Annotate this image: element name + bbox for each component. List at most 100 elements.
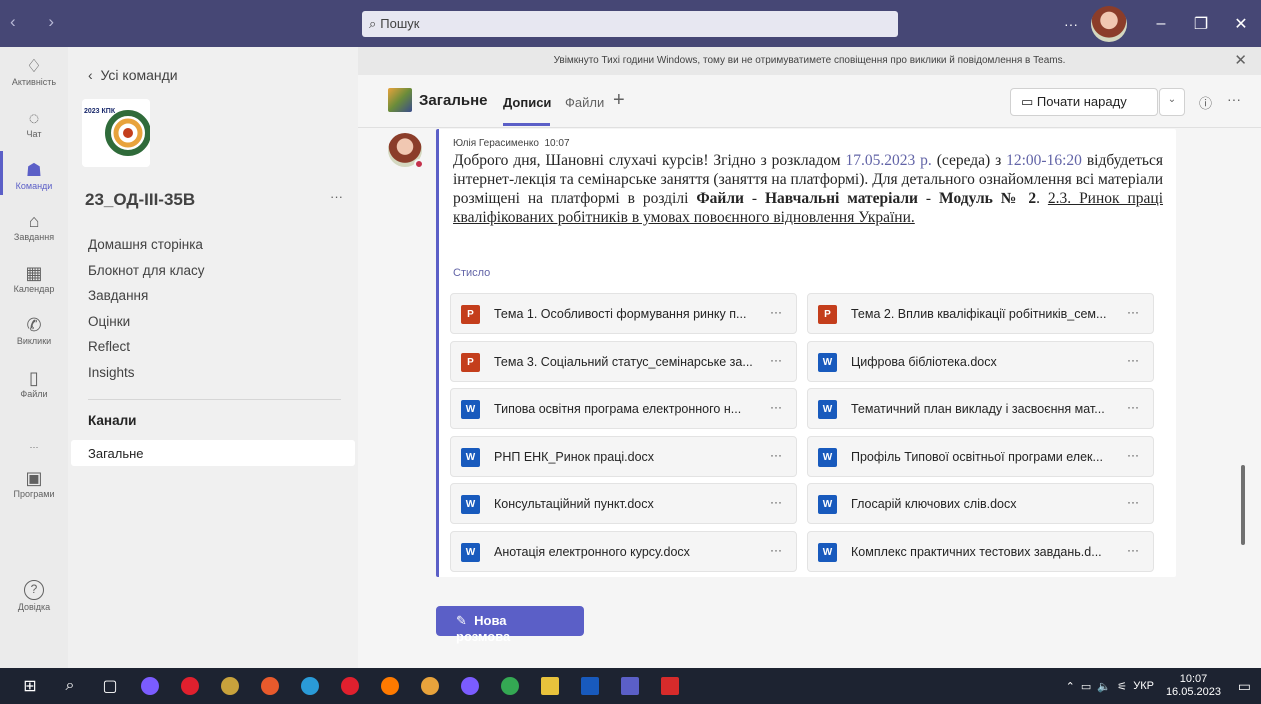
notifications-icon[interactable]: ▭ — [1238, 678, 1251, 695]
teams-taskbar-icon[interactable] — [621, 677, 639, 695]
attachment-file[interactable]: W РНП ЕНК_Ринок праці.docx ··· — [450, 435, 797, 477]
info-icon[interactable]: ⓘ — [1199, 93, 1212, 112]
nav-arrows[interactable]: ‹ › — [10, 12, 68, 32]
meeting-dropdown-icon[interactable]: ⌄ — [1159, 88, 1185, 116]
attachment-file[interactable]: W Комплекс практичних тестових завдань.d.… — [807, 530, 1154, 572]
channel-more-icon[interactable]: ··· — [1227, 91, 1241, 107]
rail-chat[interactable]: ◌ Чат — [0, 107, 68, 139]
app-icon-8[interactable] — [421, 677, 439, 695]
file-more-icon[interactable]: ··· — [1127, 305, 1139, 319]
file-more-icon[interactable]: ··· — [1127, 353, 1139, 367]
help-button[interactable]: ? Довідка — [0, 580, 68, 612]
yandex-icon[interactable] — [341, 677, 359, 695]
channel-header: Загальне Дописи Файли + ▭ Почати нараду … — [358, 75, 1261, 128]
file-more-icon[interactable]: ··· — [770, 400, 782, 414]
acrobat-icon[interactable] — [661, 677, 679, 695]
menu-notebook[interactable]: Блокнот для класу — [88, 263, 205, 289]
menu-grades[interactable]: Оцінки — [88, 314, 205, 340]
word-icon: W — [461, 542, 480, 562]
file-more-icon[interactable]: ··· — [770, 353, 782, 367]
app-icon-5[interactable] — [301, 677, 319, 695]
clock[interactable]: 10:07 16.05.2023 — [1166, 673, 1221, 699]
rail-label: Чат — [26, 129, 42, 139]
time-link[interactable]: 12:00-16:20 — [1006, 152, 1082, 169]
team-menu: Домашня сторінка Блокнот для класу Завда… — [88, 237, 205, 390]
attachment-file[interactable]: W Глосарій ключових слів.docx ··· — [807, 483, 1154, 524]
tab-files[interactable]: Файли — [565, 95, 604, 110]
file-more-icon[interactable]: ··· — [1127, 400, 1139, 414]
more-icon — [0, 420, 68, 442]
rail-assignments[interactable]: ⌂ Завдання — [0, 210, 68, 242]
start-meeting-button[interactable]: ▭ Почати нараду — [1010, 88, 1158, 116]
opera-icon[interactable] — [181, 677, 199, 695]
word-icon[interactable] — [581, 677, 599, 695]
app-icon-3[interactable] — [221, 677, 239, 695]
tray-icons[interactable]: ⌃ ▭ 🔈 ⚟ — [1066, 680, 1134, 693]
attachment-file[interactable]: P Тема 2. Вплив кваліфікації робітників_с… — [807, 293, 1154, 334]
rail-phone[interactable]: ✆ Виклики — [0, 314, 68, 346]
tab-posts[interactable]: Дописи — [503, 95, 551, 110]
active-tab-underline — [503, 123, 550, 126]
team-more-icon[interactable]: ··· — [330, 189, 343, 204]
taskbar-search-icon[interactable]: ⌕ — [50, 677, 90, 695]
file-more-icon[interactable]: ··· — [1127, 543, 1139, 557]
attachment-file[interactable]: W Тематичний план викладу і засвоєння мат… — [807, 388, 1154, 429]
rail-calendar[interactable]: ▦ Календар — [0, 262, 68, 294]
attachment-file[interactable]: W Консультаційний пункт.docx ··· — [450, 483, 797, 524]
menu-insights[interactable]: Insights — [88, 365, 205, 391]
collapse-link[interactable]: Стисло — [453, 267, 490, 279]
menu-home[interactable]: Домашня сторінка — [88, 237, 205, 263]
attachment-file[interactable]: W Профіль Типової освітньої програми елек… — [807, 435, 1154, 477]
file-more-icon[interactable]: ··· — [770, 448, 782, 462]
rail-more[interactable]: ··· — [0, 420, 68, 452]
file-name: Тема 2. Вплив кваліфікації робітників_се… — [851, 307, 1107, 321]
attachment-file[interactable]: W Типова освітня програма електронного н.… — [450, 388, 797, 429]
back-to-teams[interactable]: ‹ Усі команди — [88, 67, 178, 83]
file-more-icon[interactable]: ··· — [1127, 495, 1139, 509]
maximize-button[interactable]: ❐ — [1181, 14, 1221, 34]
app-icon-4[interactable] — [261, 677, 279, 695]
file-more-icon[interactable]: ··· — [770, 495, 782, 509]
date-link[interactable]: 17.05.2023 р. — [846, 152, 932, 169]
rail-teams[interactable]: ☗ Команди — [0, 159, 68, 191]
author-avatar[interactable] — [388, 133, 424, 169]
attachment-file[interactable]: P Тема 1. Особливості формування ринку п.… — [450, 293, 797, 334]
windows-start-icon[interactable]: ⊞ — [10, 676, 50, 696]
file-more-icon[interactable]: ··· — [770, 543, 782, 557]
team-panel: ‹ Усі команди 2023 КПК 23_ОД-ІІІ-35В ···… — [68, 47, 358, 668]
channel-general[interactable]: Загальне — [71, 440, 355, 466]
rail-label: Команди — [15, 181, 53, 191]
task-view-icon[interactable]: ▢ — [90, 676, 130, 696]
file-name: Типова освітня програма електронного н..… — [494, 402, 742, 416]
close-button[interactable]: ✕ — [1221, 14, 1261, 34]
firefox-icon[interactable] — [381, 677, 399, 695]
viber-icon[interactable] — [461, 677, 479, 695]
assignments-icon: ⌂ — [28, 211, 40, 231]
file-more-icon[interactable]: ··· — [770, 305, 782, 319]
add-tab-icon[interactable]: + — [613, 89, 625, 112]
file-icon: ▯ — [29, 368, 39, 388]
language-indicator[interactable]: УКР — [1133, 680, 1154, 692]
explorer-icon[interactable] — [541, 677, 559, 695]
app-icon-1[interactable] — [141, 677, 159, 695]
rail-file[interactable]: ▯ Файли — [0, 367, 68, 399]
minimize-button[interactable]: – — [1141, 15, 1181, 33]
settings-more-button[interactable]: ··· — [1051, 16, 1091, 32]
new-conversation-button[interactable]: ✎ Нова розмова — [436, 606, 584, 644]
attachment-file[interactable]: P Тема 3. Соціальний статус_семінарське з… — [450, 340, 797, 382]
channel-title: Загальне — [419, 92, 488, 109]
menu-reflect[interactable]: Reflect — [88, 339, 205, 365]
divider — [88, 399, 341, 400]
attachment-file[interactable]: W Цифрова бібліотека.docx ··· — [807, 340, 1154, 382]
search-input[interactable]: ⌕ Пошук — [362, 11, 898, 37]
chrome-icon[interactable] — [501, 677, 519, 695]
scrollbar[interactable] — [1241, 465, 1245, 545]
menu-assignments[interactable]: Завдання — [88, 288, 205, 314]
rail-apps[interactable]: ▣ Програми — [0, 467, 68, 499]
rail-bell[interactable]: ♢ Активність — [0, 55, 68, 87]
file-more-icon[interactable]: ··· — [1127, 448, 1139, 462]
close-banner-icon[interactable]: ✕ — [1234, 47, 1247, 75]
attachment-file[interactable]: W Анотація електронного курсу.docx ··· — [450, 530, 797, 572]
user-avatar[interactable] — [1091, 5, 1127, 42]
rail-label: Виклики — [16, 336, 52, 346]
